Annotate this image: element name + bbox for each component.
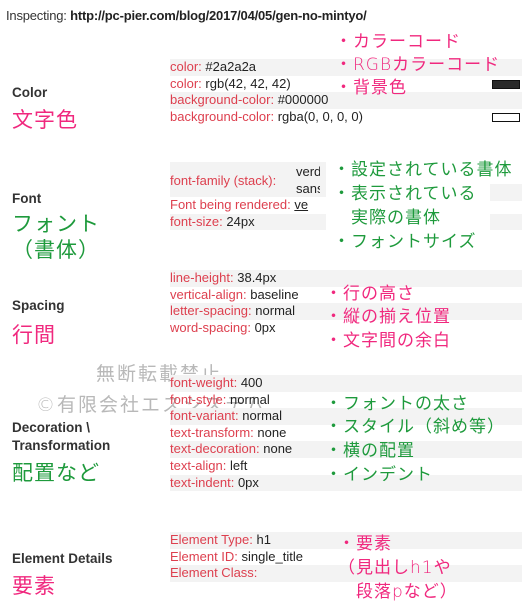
property-key: font-variant: — [170, 408, 239, 424]
section-label-transformation: Transformation — [12, 438, 111, 453]
color-swatch-text — [492, 79, 520, 89]
property-value: #2a2a2a — [205, 59, 257, 74]
inspected-url: http://pc-pier.com/blog/2017/04/05/gen-n… — [70, 8, 367, 23]
font-stack-value: verd — [296, 164, 320, 179]
color-swatch-background — [492, 112, 520, 122]
property-key: font-style: — [170, 391, 227, 407]
property-value: 24px — [226, 213, 255, 229]
property-key: vertical-align: — [170, 286, 247, 302]
property-key: text-transform: — [170, 424, 254, 440]
row-band — [490, 184, 522, 201]
property-key: word-spacing: — [170, 319, 251, 335]
jp-label-font-sub: （書体） — [12, 238, 100, 262]
jp-label-element: 要素 — [12, 574, 56, 598]
property-row: font-size: 24px — [170, 213, 326, 231]
property-key: font-size: — [170, 213, 223, 229]
property-value: rgba(0, 0, 0, 0) — [277, 108, 363, 124]
property-value: 0px — [254, 319, 276, 335]
property-value: left — [230, 457, 248, 473]
note-element: ・要素 — [338, 534, 392, 554]
note-color-code: ・カラーコード — [335, 32, 461, 52]
section-label-font: Font — [12, 191, 42, 206]
note-text-align: ・横の配置 — [325, 441, 415, 461]
property-row: background-color: rgba(0, 0, 0, 0) — [170, 109, 522, 126]
property-key: Element Class: — [170, 565, 258, 581]
property-value: normal — [255, 303, 296, 319]
property-row: Font being rendered: ve — [170, 197, 326, 214]
property-value: normal — [229, 391, 270, 407]
property-key: line-height: — [170, 270, 234, 285]
property-value: baseline — [250, 286, 299, 302]
property-value: 0px — [237, 474, 259, 490]
property-key: Element ID: — [170, 548, 238, 564]
property-value: rgb(42, 42, 42) — [205, 75, 291, 91]
note-letter-spacing: ・文字間の余白 — [325, 331, 451, 351]
property-value: #000000 — [277, 92, 329, 108]
property-value: none — [257, 424, 287, 440]
property-value: h1 — [256, 532, 271, 547]
section-label-decoration: Decoration \ — [12, 420, 91, 435]
rendered-font-link[interactable]: ve — [294, 197, 316, 214]
property-key: color: — [170, 75, 202, 91]
note-line-height: ・行の高さ — [325, 284, 415, 304]
property-value: normal — [242, 408, 283, 424]
font-properties: font-family (stack): verd sans Font bein… — [170, 162, 326, 231]
property-key: Element Type: — [170, 532, 253, 547]
note-font-size: ・フォントサイズ — [333, 232, 477, 252]
inspecting-header: Inspecting: http://pc-pier.com/blog/2017… — [6, 8, 367, 23]
property-value: none — [263, 441, 293, 457]
property-key: font-family (stack): — [170, 173, 277, 188]
property-key: letter-spacing: — [170, 303, 252, 319]
row-band — [490, 214, 522, 230]
property-value: 38.4px — [237, 270, 277, 285]
property-key: background-color: — [170, 108, 275, 124]
note-text-indent: ・インデント — [325, 465, 433, 485]
property-row: font-weight: 400 — [170, 375, 522, 392]
property-value: single_title — [241, 548, 303, 564]
property-row: font-family (stack): verd sans — [170, 162, 326, 197]
jp-label-decoration: 配置など — [12, 461, 100, 485]
note-set-font: ・設定されている書体 — [333, 160, 513, 180]
note-font-style: ・スタイル（斜め等） — [325, 417, 505, 437]
jp-label-color: 文字色 — [12, 108, 78, 132]
note-element-examples-2: 段落pなど） — [338, 582, 458, 602]
note-element-examples-1: （見出しh1や — [338, 558, 452, 578]
property-key: font-weight: — [170, 375, 238, 390]
note-displayed: ・表示されている — [333, 184, 477, 204]
property-key: color: — [170, 59, 202, 74]
note-font-weight: ・フォントの太さ — [325, 394, 469, 414]
note-vertical-align: ・縦の揃え位置 — [325, 307, 451, 327]
section-label-element: Element Details — [12, 551, 113, 566]
font-stack-value: sans — [296, 181, 320, 196]
inspecting-prefix: Inspecting: — [6, 8, 67, 23]
note-rgb-code: ・RGBカラーコード — [335, 55, 501, 75]
property-key: text-decoration: — [170, 441, 260, 457]
property-value: 400 — [240, 375, 263, 390]
section-label-spacing: Spacing — [12, 298, 65, 313]
jp-label-spacing: 行間 — [12, 323, 56, 347]
property-key: text-align: — [170, 457, 227, 473]
section-label-color: Color — [12, 85, 48, 100]
note-background: ・背景色 — [335, 78, 407, 98]
jp-label-font: フォント — [12, 212, 100, 236]
property-key: background-color: — [170, 92, 275, 108]
property-key: Font being rendered: — [170, 197, 291, 212]
property-key: text-indent: — [170, 474, 235, 490]
note-actual-font: 実際の書体 — [333, 208, 441, 228]
